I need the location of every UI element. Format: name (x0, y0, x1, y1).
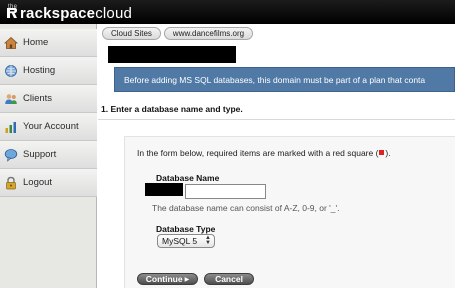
lock-icon (3, 175, 19, 191)
logo-name-light: cloud (95, 5, 133, 22)
sidebar-item-label: Hosting (23, 65, 56, 76)
breadcrumb-cloud-sites[interactable]: Cloud Sites (102, 27, 161, 40)
logo-name-bold: rackspace (20, 5, 96, 22)
sidebar-item-support[interactable]: Support (0, 141, 97, 169)
breadcrumb-domain[interactable]: www.dancefilms.org (163, 27, 254, 40)
form-intro: In the form below, required items are ma… (137, 148, 391, 158)
sidebar-item-label: Home (23, 37, 49, 48)
logo-mark-icon (7, 8, 17, 18)
form-intro-text: In the form below, required items are ma… (137, 148, 379, 158)
sidebar-item-label: Clients (23, 93, 53, 104)
sidebar-item-label: Support (23, 149, 57, 160)
sidebar-item-label: Logout (23, 177, 53, 188)
notice-text: Before adding MS SQL databases, this dom… (124, 75, 426, 85)
database-type-select[interactable]: MySQL 5 ▲ ▼ (157, 234, 215, 248)
support-icon (3, 147, 19, 163)
logo-text: rackspacecloud (20, 5, 132, 22)
arrow-right-icon: ▶ (184, 277, 190, 283)
sidebar-item-logout[interactable]: Logout (0, 169, 97, 197)
account-icon (3, 119, 19, 135)
notice-banner: Before adding MS SQL databases, this dom… (114, 67, 455, 92)
clients-icon (3, 91, 19, 107)
continue-label: Continue (145, 274, 183, 284)
database-type-label: Database Type (156, 224, 216, 234)
continue-button[interactable]: Continue ▶ (137, 273, 198, 285)
redacted-page-title (108, 46, 236, 63)
database-name-input[interactable] (185, 184, 266, 199)
page: the rackspacecloud Home Hosting Clients (0, 0, 455, 288)
sidebar-item-your-account[interactable]: Your Account (0, 113, 97, 141)
form-intro-end: ). (385, 148, 391, 158)
redacted-field (145, 183, 183, 196)
cancel-label: Cancel (215, 274, 243, 284)
database-name-hint: The database name can consist of A-Z, 0-… (152, 203, 340, 213)
main-content: Cloud Sites www.dancefilms.org Before ad… (98, 24, 455, 288)
sidebar-item-home[interactable]: Home (0, 29, 97, 57)
breadcrumb: Cloud Sites www.dancefilms.org (102, 27, 254, 40)
database-type-value: MySQL 5 (162, 236, 198, 246)
database-name-label: Database Name (156, 173, 220, 183)
database-form: In the form below, required items are ma… (124, 136, 455, 288)
required-square-icon (379, 150, 385, 155)
divider (98, 119, 455, 120)
select-arrows-icon: ▲ ▼ (205, 235, 211, 246)
step-title: 1. Enter a database name and type. (101, 104, 243, 114)
sidebar: Home Hosting Clients Your Account Suppor… (0, 24, 97, 288)
home-icon (3, 35, 19, 51)
hosting-icon (3, 63, 19, 79)
sidebar-item-label: Your Account (23, 121, 79, 132)
sidebar-item-clients[interactable]: Clients (0, 85, 97, 113)
sidebar-item-hosting[interactable]: Hosting (0, 57, 97, 85)
cancel-button[interactable]: Cancel (204, 273, 254, 285)
top-bar: the rackspacecloud (0, 0, 455, 24)
